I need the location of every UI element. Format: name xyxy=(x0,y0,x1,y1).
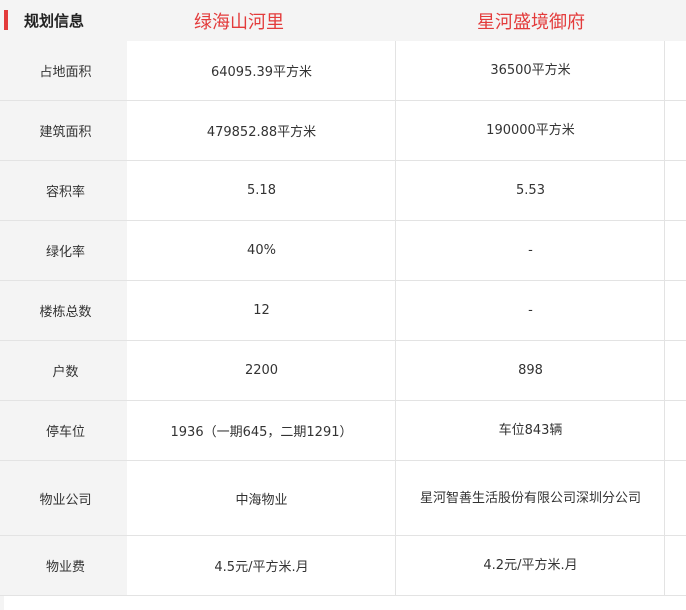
table-row: 停车位 1936（一期645，二期1291） 车位843辆 xyxy=(0,401,686,461)
project-b-value: 36500平方米 xyxy=(397,41,665,100)
table-header: 规划信息 绿海山河里 星河盛境御府 xyxy=(0,0,686,41)
row-label: 楼栋总数 xyxy=(4,281,127,340)
project-a-value: 40% xyxy=(128,221,396,280)
project-a-value: 12 xyxy=(128,281,396,340)
comparison-table: 规划信息 绿海山河里 星河盛境御府 占地面积 64095.39平方米 36500… xyxy=(0,0,686,610)
row-label: 停车位 xyxy=(4,401,127,460)
row-label: 户数 xyxy=(4,341,127,400)
row-label: 建筑面积 xyxy=(4,101,127,160)
project-a-value: 5.18 xyxy=(128,161,396,220)
row-label: 容积率 xyxy=(4,161,127,220)
row-label: 占地面积 xyxy=(4,41,127,100)
section-title: 规划信息 xyxy=(24,12,85,30)
table-row: 物业公司 中海物业 星河智善生活股份有限公司深圳分公司 xyxy=(0,461,686,536)
table-row: 建筑面积 479852.88平方米 190000平方米 xyxy=(0,101,686,161)
table-row: 户数 2200 898 xyxy=(0,341,686,401)
table-row: 容积率 5.18 5.53 xyxy=(0,161,686,221)
project-a-name[interactable]: 绿海山河里 xyxy=(128,0,396,41)
project-b-value: 4.2元/平方米.月 xyxy=(397,536,665,595)
project-b-value: - xyxy=(397,281,665,340)
project-a-value: 64095.39平方米 xyxy=(128,41,396,100)
table-row: 占地面积 64095.39平方米 36500平方米 xyxy=(0,41,686,101)
row-label: 绿化率 xyxy=(4,221,127,280)
project-a-value: 4.5元/平方米.月 xyxy=(128,536,396,595)
table-row: 楼栋总数 12 - xyxy=(0,281,686,341)
row-label: 物业公司 xyxy=(4,461,127,535)
table-row: 绿化率 40% - xyxy=(0,221,686,281)
project-a-value: 中海物业 xyxy=(128,461,396,535)
project-b-value: - xyxy=(397,221,665,280)
project-a-value: 2200 xyxy=(128,341,396,400)
row-label: 物业费 xyxy=(4,536,127,595)
project-a-value: 1936（一期645，二期1291） xyxy=(128,401,396,460)
project-b-value: 5.53 xyxy=(397,161,665,220)
table-row: 物业费 4.5元/平方米.月 4.2元/平方米.月 xyxy=(0,536,686,596)
project-b-value: 车位843辆 xyxy=(397,401,665,460)
project-b-value: 190000平方米 xyxy=(397,101,665,160)
project-b-name[interactable]: 星河盛境御府 xyxy=(397,0,665,41)
project-b-value: 898 xyxy=(397,341,665,400)
project-a-value: 479852.88平方米 xyxy=(128,101,396,160)
project-b-value: 星河智善生活股份有限公司深圳分公司 xyxy=(397,461,665,535)
